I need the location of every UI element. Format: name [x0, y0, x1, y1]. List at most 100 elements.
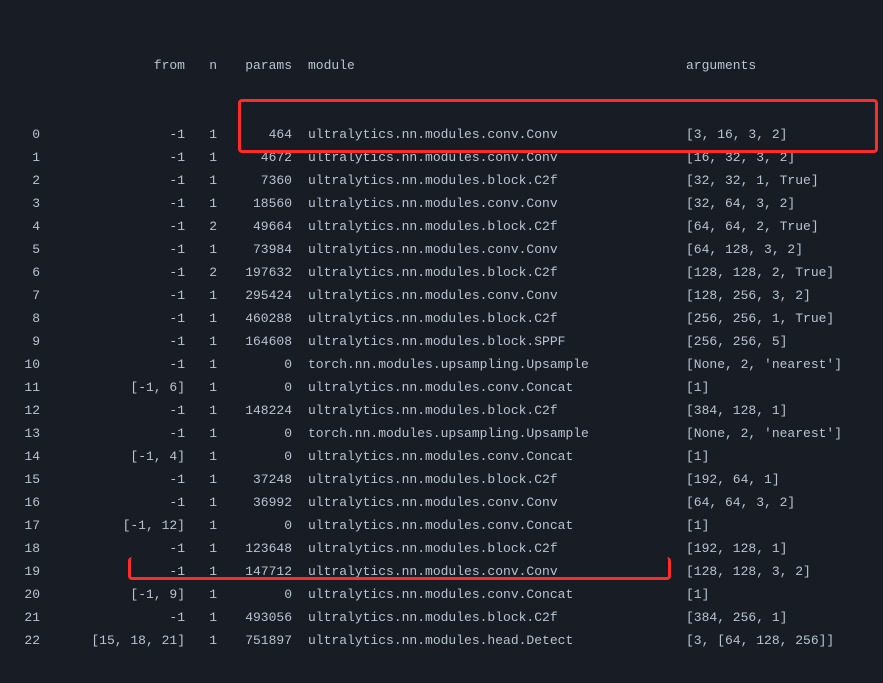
- cell-index: 20: [12, 583, 40, 606]
- cell-n: 1: [185, 123, 217, 146]
- table-row: 20[-1, 9]10ultralytics.nn.modules.conv.C…: [12, 583, 871, 606]
- cell-from: [-1, 4]: [40, 445, 185, 468]
- table-row: 8-11460288ultralytics.nn.modules.block.C…: [12, 307, 871, 330]
- table-row: 3-1118560ultralytics.nn.modules.conv.Con…: [12, 192, 871, 215]
- col-header-index: [12, 54, 40, 77]
- cell-index: 2: [12, 169, 40, 192]
- cell-n: 1: [185, 514, 217, 537]
- cell-args: [64, 64, 3, 2]: [686, 491, 871, 514]
- cell-index: 22: [12, 629, 40, 652]
- cell-module: ultralytics.nn.modules.conv.Conv: [292, 491, 686, 514]
- table-row: 16-1136992ultralytics.nn.modules.conv.Co…: [12, 491, 871, 514]
- cell-n: 1: [185, 560, 217, 583]
- cell-n: 1: [185, 284, 217, 307]
- cell-params: 36992: [217, 491, 292, 514]
- cell-from: -1: [40, 146, 185, 169]
- table-row: 2-117360ultralytics.nn.modules.block.C2f…: [12, 169, 871, 192]
- cell-n: 1: [185, 376, 217, 399]
- table-row: 17[-1, 12]10ultralytics.nn.modules.conv.…: [12, 514, 871, 537]
- cell-n: 1: [185, 146, 217, 169]
- cell-n: 2: [185, 215, 217, 238]
- cell-index: 14: [12, 445, 40, 468]
- cell-module: ultralytics.nn.modules.conv.Conv: [292, 123, 686, 146]
- table-row: 11[-1, 6]10ultralytics.nn.modules.conv.C…: [12, 376, 871, 399]
- cell-from: -1: [40, 491, 185, 514]
- cell-params: 197632: [217, 261, 292, 284]
- table-row: 22[15, 18, 21]1751897ultralytics.nn.modu…: [12, 629, 871, 652]
- col-header-n: n: [185, 54, 217, 77]
- cell-from: -1: [40, 238, 185, 261]
- cell-n: 1: [185, 583, 217, 606]
- cell-module: ultralytics.nn.modules.block.C2f: [292, 215, 686, 238]
- col-header-params: params: [217, 54, 292, 77]
- cell-index: 4: [12, 215, 40, 238]
- cell-args: [1]: [686, 514, 871, 537]
- cell-params: 148224: [217, 399, 292, 422]
- cell-from: -1: [40, 399, 185, 422]
- table-row: 19-11147712ultralytics.nn.modules.conv.C…: [12, 560, 871, 583]
- table-row: 13-110torch.nn.modules.upsampling.Upsamp…: [12, 422, 871, 445]
- cell-index: 0: [12, 123, 40, 146]
- cell-params: 460288: [217, 307, 292, 330]
- cell-module: ultralytics.nn.modules.block.C2f: [292, 468, 686, 491]
- cell-n: 1: [185, 399, 217, 422]
- table-row: 7-11295424ultralytics.nn.modules.conv.Co…: [12, 284, 871, 307]
- cell-module: ultralytics.nn.modules.block.C2f: [292, 606, 686, 629]
- cell-module: ultralytics.nn.modules.block.C2f: [292, 399, 686, 422]
- table-row: 1-114672ultralytics.nn.modules.conv.Conv…: [12, 146, 871, 169]
- cell-args: [256, 256, 5]: [686, 330, 871, 353]
- cell-args: [256, 256, 1, True]: [686, 307, 871, 330]
- cell-index: 3: [12, 192, 40, 215]
- cell-index: 19: [12, 560, 40, 583]
- cell-from: -1: [40, 169, 185, 192]
- cell-args: [128, 128, 2, True]: [686, 261, 871, 284]
- cell-params: 0: [217, 422, 292, 445]
- table-row: 21-11493056ultralytics.nn.modules.block.…: [12, 606, 871, 629]
- cell-from: -1: [40, 307, 185, 330]
- cell-index: 9: [12, 330, 40, 353]
- cell-module: ultralytics.nn.modules.conv.Conv: [292, 192, 686, 215]
- cell-params: 0: [217, 445, 292, 468]
- cell-args: [None, 2, 'nearest']: [686, 422, 871, 445]
- table-row: 9-11164608ultralytics.nn.modules.block.S…: [12, 330, 871, 353]
- cell-params: 0: [217, 353, 292, 376]
- cell-params: 164608: [217, 330, 292, 353]
- cell-module: ultralytics.nn.modules.block.C2f: [292, 261, 686, 284]
- table-row: 10-110torch.nn.modules.upsampling.Upsamp…: [12, 353, 871, 376]
- cell-args: [192, 64, 1]: [686, 468, 871, 491]
- cell-n: 1: [185, 445, 217, 468]
- cell-args: [1]: [686, 583, 871, 606]
- cell-index: 12: [12, 399, 40, 422]
- cell-args: [16, 32, 3, 2]: [686, 146, 871, 169]
- table-row: 4-1249664ultralytics.nn.modules.block.C2…: [12, 215, 871, 238]
- cell-module: ultralytics.nn.modules.conv.Conv: [292, 560, 686, 583]
- cell-from: -1: [40, 353, 185, 376]
- cell-args: [384, 128, 1]: [686, 399, 871, 422]
- cell-module: ultralytics.nn.modules.block.SPPF: [292, 330, 686, 353]
- cell-from: -1: [40, 468, 185, 491]
- cell-n: 1: [185, 629, 217, 652]
- cell-params: 0: [217, 583, 292, 606]
- cell-index: 17: [12, 514, 40, 537]
- cell-args: [64, 128, 3, 2]: [686, 238, 871, 261]
- cell-module: ultralytics.nn.modules.block.C2f: [292, 537, 686, 560]
- cell-from: -1: [40, 537, 185, 560]
- cell-n: 1: [185, 238, 217, 261]
- cell-args: [32, 64, 3, 2]: [686, 192, 871, 215]
- cell-from: -1: [40, 422, 185, 445]
- table-row: 12-11148224ultralytics.nn.modules.block.…: [12, 399, 871, 422]
- cell-from: [-1, 9]: [40, 583, 185, 606]
- cell-args: [3, [64, 128, 256]]: [686, 629, 871, 652]
- table-row: 6-12197632ultralytics.nn.modules.block.C…: [12, 261, 871, 284]
- cell-args: [128, 256, 3, 2]: [686, 284, 871, 307]
- cell-params: 464: [217, 123, 292, 146]
- cell-args: [128, 128, 3, 2]: [686, 560, 871, 583]
- cell-from: [15, 18, 21]: [40, 629, 185, 652]
- cell-args: [1]: [686, 376, 871, 399]
- cell-from: -1: [40, 123, 185, 146]
- cell-args: [384, 256, 1]: [686, 606, 871, 629]
- cell-args: [1]: [686, 445, 871, 468]
- cell-index: 6: [12, 261, 40, 284]
- cell-index: 8: [12, 307, 40, 330]
- cell-params: 751897: [217, 629, 292, 652]
